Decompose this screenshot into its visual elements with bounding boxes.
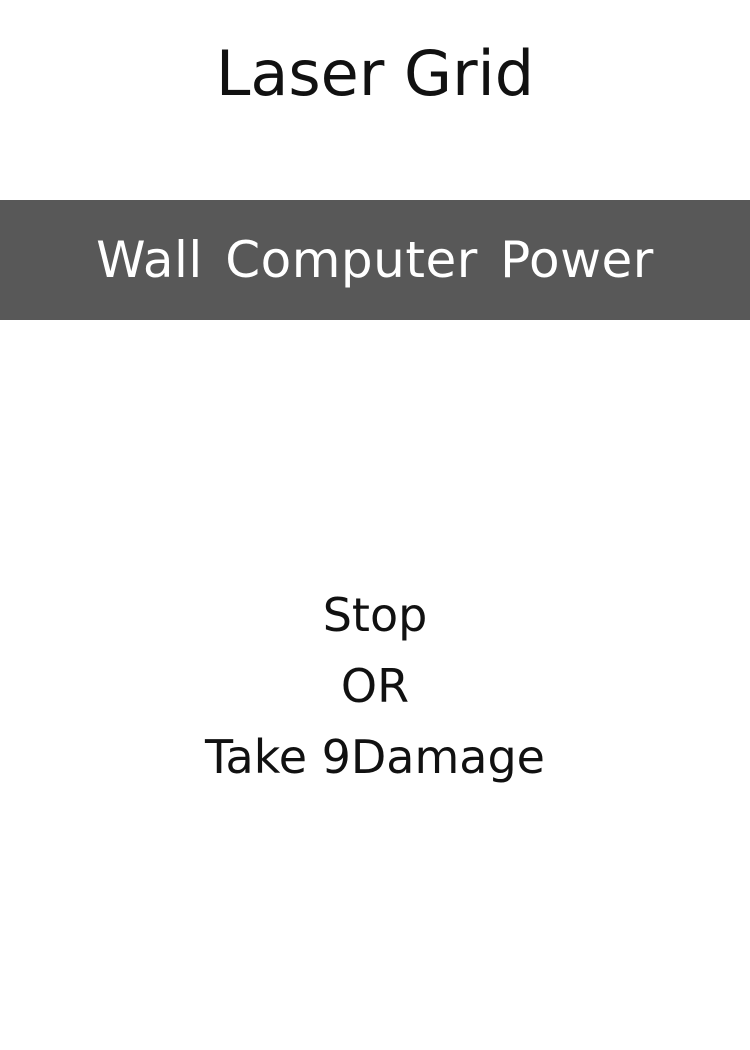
card-type-label: Wall Computer Power [96,231,654,289]
card-title: Laser Grid [215,37,535,110]
effect-line-or: OR [340,659,410,713]
effect-line-stop: Stop [322,588,428,642]
card-type-banner: Wall Computer Power [0,200,750,320]
card-effect-text: Stop OR Take 9Damage [0,580,750,793]
effect-line-damage: Take 9Damage [205,730,545,784]
